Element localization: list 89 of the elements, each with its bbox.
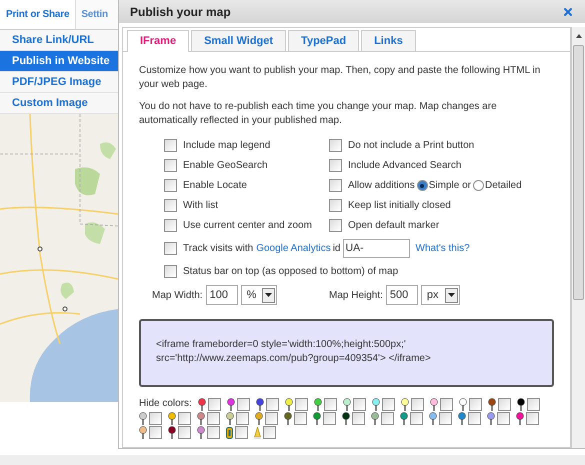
checkbox[interactable] [164, 179, 177, 192]
size-field[interactable]: 100 [206, 285, 238, 305]
menu-item[interactable]: Publish in Website [0, 51, 118, 72]
tab[interactable]: Small Widget [191, 30, 286, 51]
checkbox[interactable] [178, 426, 191, 439]
radio-button[interactable] [416, 180, 428, 191]
checkbox[interactable] [324, 398, 337, 411]
checkbox[interactable] [498, 398, 511, 411]
option-label: Open default marker [348, 219, 440, 233]
checkbox[interactable] [468, 412, 481, 425]
size-label: Map Height: [329, 288, 383, 302]
checkbox[interactable] [526, 412, 539, 425]
checkbox[interactable] [294, 398, 308, 411]
checkbox[interactable] [263, 426, 276, 439]
checkbox[interactable] [381, 412, 394, 425]
checkbox[interactable] [526, 398, 540, 411]
checkbox[interactable] [468, 398, 482, 411]
tab[interactable]: Links [361, 30, 416, 51]
checkbox[interactable] [329, 179, 342, 192]
checkbox[interactable] [265, 412, 278, 425]
checkbox[interactable] [164, 199, 177, 212]
intro-paragraph: Customize how you want to publish your map. Then, copy and paste the following HTML in your web page. [139, 64, 542, 92]
checkbox[interactable] [178, 412, 191, 425]
checkbox[interactable] [164, 139, 177, 152]
analytics-link[interactable]: Google Analytics [256, 240, 331, 256]
checkbox[interactable] [164, 242, 177, 254]
code-line: src='http://www.zeemaps.com/pub?group=409354'> </iframe> [156, 352, 432, 366]
nav-tab[interactable]: Print or Share [0, 0, 76, 29]
intro-paragraph: You do not have to re-publish each time you change your map. Map changes are automatically reflected in your published map. [139, 100, 498, 128]
unit-select[interactable]: px [420, 285, 460, 305]
checkbox[interactable] [294, 412, 307, 425]
option-label: id [332, 242, 340, 256]
checkbox[interactable] [149, 412, 162, 425]
checkbox[interactable] [236, 412, 249, 425]
size-field[interactable]: 500 [386, 285, 418, 305]
option-label: Use current center and zoom [183, 219, 312, 233]
checkbox[interactable] [382, 398, 395, 411]
close-icon[interactable] [562, 6, 574, 18]
checkbox[interactable] [497, 412, 510, 425]
checkbox[interactable] [410, 398, 424, 411]
checkbox[interactable] [236, 398, 250, 411]
option-label: Include Advanced Search [348, 159, 462, 173]
option-label: Track visits with [183, 242, 254, 256]
unit-select[interactable]: % [240, 285, 278, 305]
nav-tab[interactable]: Settin [76, 0, 108, 29]
dialog-title: Publish your map [130, 4, 231, 20]
checkbox[interactable] [235, 426, 248, 439]
option-label: Status bar on top (as opposed to bottom) of map [183, 264, 398, 278]
checkbox[interactable] [323, 412, 336, 425]
checkbox[interactable] [329, 199, 342, 212]
checkbox[interactable] [329, 219, 342, 232]
scrollbar[interactable] [571, 27, 585, 448]
code-line: <iframe frameborder=0 style='width:100%;height:500px;' [156, 338, 407, 352]
menu-item[interactable]: PDF/JPEG Image [0, 72, 118, 93]
radio-button[interactable] [472, 180, 484, 191]
checkbox[interactable] [208, 398, 221, 411]
checkbox[interactable] [164, 264, 177, 278]
checkbox[interactable] [149, 426, 162, 439]
checkbox[interactable] [329, 159, 342, 172]
checkbox[interactable] [329, 139, 342, 152]
hide-colors-label: Hide colors: [139, 397, 192, 411]
menu-item[interactable]: Custom Image [0, 93, 118, 114]
checkbox[interactable] [352, 412, 365, 425]
radio-label: Simple or [428, 179, 471, 193]
embed-code-box[interactable]: <iframe frameborder=0 style='width:100%;height:500px;' src='http://www.zeemaps.com/pub?group=409354'> </iframe> [139, 319, 554, 387]
checkbox[interactable] [207, 412, 220, 425]
scroll-thumb[interactable] [573, 45, 584, 300]
option-label: Allow additions [348, 179, 415, 193]
checkbox[interactable] [440, 398, 453, 411]
option-label: Include map legend [183, 139, 270, 153]
checkbox[interactable] [164, 159, 177, 172]
option-label: With list [183, 199, 218, 213]
option-label: Enable Locate [183, 179, 247, 193]
tab[interactable]: TypePad [288, 30, 360, 51]
analytics-id-field[interactable]: UA- [342, 238, 410, 258]
checkbox[interactable] [410, 412, 423, 425]
radio-label: Detailed [484, 179, 522, 193]
menu-item[interactable]: Share Link/URL [0, 30, 118, 51]
tab[interactable]: IFrame [127, 30, 190, 52]
help-link[interactable]: What's this? [416, 240, 470, 256]
option-label: Do not include a Print button [348, 139, 474, 153]
checkbox[interactable] [352, 398, 366, 411]
size-label: Map Width: [152, 288, 203, 302]
checkbox[interactable] [439, 412, 452, 425]
checkbox[interactable] [207, 426, 220, 439]
option-label: Keep list initially closed [348, 199, 451, 213]
checkbox[interactable] [266, 398, 279, 411]
option-label: Enable GeoSearch [183, 159, 268, 173]
checkbox[interactable] [164, 219, 177, 232]
